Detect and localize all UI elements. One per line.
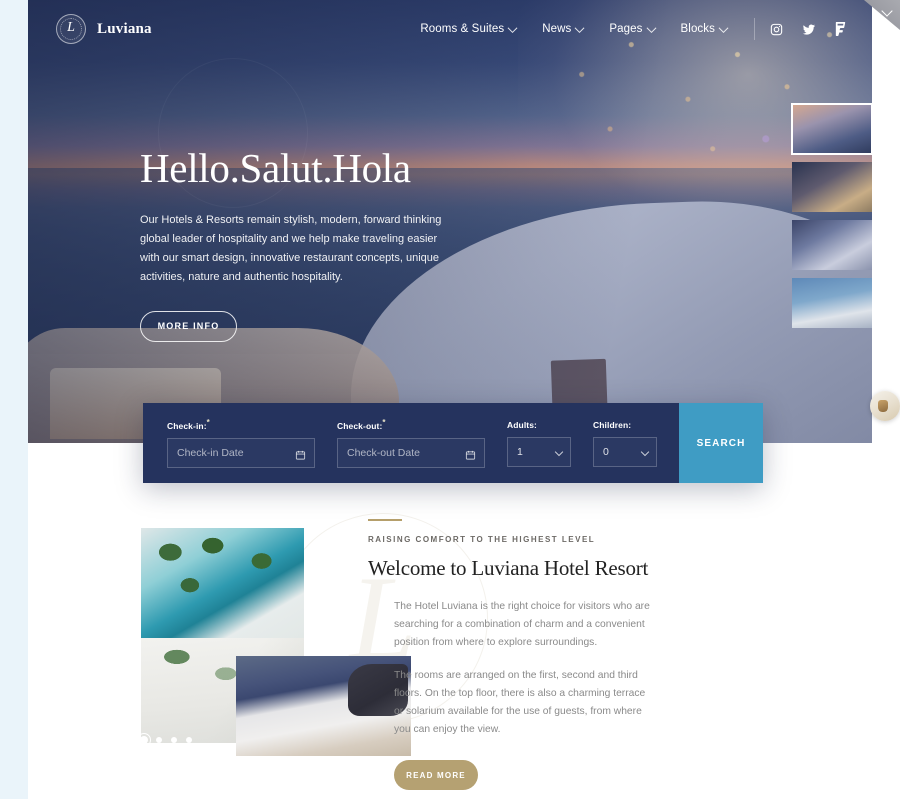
page-canvas: L Luviana Rooms & Suites News Pages Bloc… <box>28 0 900 799</box>
booking-search-bar: Check-in:* Check-in Date Check-out:* Che… <box>143 403 763 483</box>
adults-value: 1 <box>517 445 523 458</box>
hero-title: Hello.Salut.Hola <box>140 145 411 191</box>
site-header: L Luviana Rooms & Suites News Pages Bloc… <box>28 0 872 58</box>
calendar-icon <box>295 447 306 460</box>
brand-logo[interactable]: L Luviana <box>56 14 152 44</box>
chevron-down-icon <box>574 22 585 33</box>
nav-item-pages[interactable]: Pages <box>596 17 667 41</box>
booking-fields: Check-in:* Check-in Date Check-out:* Che… <box>143 403 679 483</box>
hero-thumbnail-4[interactable] <box>792 278 872 328</box>
chevron-down-icon <box>554 447 564 456</box>
checkin-label-text: Check-in: <box>167 420 207 431</box>
brand-emblem-letter: L <box>67 20 75 35</box>
nav-item-label: Pages <box>609 23 643 35</box>
social-links <box>767 22 848 37</box>
children-label: Children: <box>593 419 632 430</box>
main-navigation: Rooms & Suites News Pages Blocks <box>407 17 848 41</box>
nav-item-news[interactable]: News <box>529 17 596 41</box>
hero-thumbnail-2[interactable] <box>792 162 872 212</box>
accent-divider <box>368 519 402 521</box>
checkin-input[interactable]: Check-in Date <box>167 437 315 468</box>
nav-item-rooms-suites[interactable]: Rooms & Suites <box>407 17 529 41</box>
checkin-placeholder: Check-in Date <box>177 446 244 459</box>
welcome-section: L RAISING COMFORT TO THE HIGHEST LEVEL W… <box>28 443 872 799</box>
read-more-button[interactable]: READ MORE <box>394 760 478 791</box>
children-value: 0 <box>603 445 609 458</box>
instagram-icon[interactable] <box>769 22 784 37</box>
checkout-input[interactable]: Check-out Date <box>337 437 485 468</box>
nav-item-label: Blocks <box>680 23 715 35</box>
adults-field-group: Adults: 1 <box>507 420 571 467</box>
checkout-label-text: Check-out: <box>337 420 383 431</box>
corner-fold-toggle[interactable] <box>864 0 900 30</box>
hero-thumbnail-3[interactable] <box>792 220 872 270</box>
chevron-down-icon <box>718 22 729 33</box>
checkout-placeholder: Check-out Date <box>347 446 420 459</box>
avatar-badge-icon[interactable] <box>870 391 900 421</box>
chevron-down-icon <box>646 22 656 33</box>
welcome-gallery <box>141 528 411 756</box>
page-root: L Luviana Rooms & Suites News Pages Bloc… <box>0 0 900 799</box>
children-field-group: Children: 0 <box>593 420 657 467</box>
hero-paragraph: Our Hotels & Resorts remain stylish, mod… <box>140 214 442 283</box>
required-mark: * <box>382 418 386 428</box>
welcome-text-block: RAISING COMFORT TO THE HIGHEST LEVEL Wel… <box>368 519 668 791</box>
welcome-eyebrow: RAISING COMFORT TO THE HIGHEST LEVEL <box>368 535 596 544</box>
checkout-label: Check-out:* <box>337 418 485 431</box>
welcome-paragraph-1: The Hotel Luviana is the right choice fo… <box>394 601 650 649</box>
welcome-title: Welcome to Luviana Hotel Resort <box>368 556 649 580</box>
nav-item-blocks[interactable]: Blocks <box>668 17 740 41</box>
foursquare-icon[interactable] <box>833 22 848 37</box>
brand-name: Luviana <box>97 20 152 37</box>
twitter-icon[interactable] <box>801 22 816 37</box>
chevron-down-icon <box>507 22 518 33</box>
calendar-icon <box>465 447 476 460</box>
laurel-wreath-monogram-icon: L <box>56 14 86 44</box>
checkout-field-group: Check-out:* Check-out Date <box>337 418 485 468</box>
corner-fold-triangle <box>864 0 900 30</box>
children-select[interactable]: 0 <box>593 436 657 467</box>
hero-content: Hello.Salut.Hola Our Hotels & Resorts re… <box>140 145 500 342</box>
chevron-down-icon <box>640 447 650 456</box>
adults-select[interactable]: 1 <box>507 436 571 467</box>
checkin-field-group: Check-in:* Check-in Date <box>167 418 315 468</box>
checkin-label: Check-in:* <box>167 418 315 431</box>
pool-photo-upper <box>141 528 304 638</box>
hero-thumbnail-1[interactable] <box>791 103 873 155</box>
nav-divider <box>754 18 755 40</box>
nav-item-label: Rooms & Suites <box>420 23 505 35</box>
hero-thumbnail-list <box>791 103 873 336</box>
more-info-button[interactable]: MORE INFO <box>140 310 237 342</box>
nav-item-label: News <box>542 23 572 35</box>
hero-carousel-dots <box>137 733 192 747</box>
adults-label: Adults: <box>507 419 537 430</box>
search-button[interactable]: SEARCH <box>679 403 763 483</box>
welcome-paragraph-2: The rooms are arranged on the first, sec… <box>394 670 646 736</box>
carousel-dot-2[interactable] <box>156 737 162 743</box>
carousel-dot-3[interactable] <box>171 737 177 743</box>
required-mark: * <box>206 418 210 428</box>
carousel-dot-1[interactable] <box>137 733 151 747</box>
carousel-dot-4[interactable] <box>186 737 192 743</box>
